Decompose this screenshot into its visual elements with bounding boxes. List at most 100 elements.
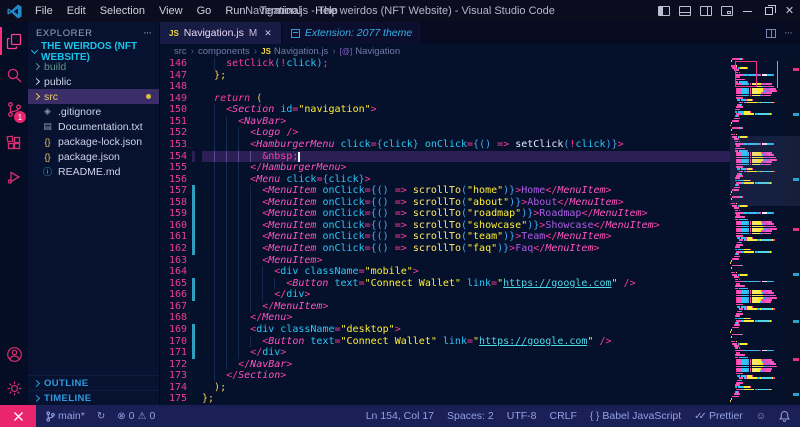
toggle-panel-icon[interactable] — [674, 0, 695, 22]
activitybar-search[interactable] — [0, 58, 28, 92]
activitybar-explorer[interactable] — [0, 24, 28, 58]
line-number[interactable]: 169 — [160, 324, 192, 336]
remote-indicator[interactable] — [0, 405, 36, 427]
line-number[interactable]: 164 — [160, 266, 192, 278]
line-number[interactable]: 171 — [160, 347, 192, 359]
code-line-160[interactable]: 160 <MenuItem onClick={() => scrollTo("s… — [160, 220, 730, 232]
code-line-161[interactable]: 161 <MenuItem onClick={() => scrollTo("t… — [160, 231, 730, 243]
line-number[interactable]: 160 — [160, 220, 192, 232]
file--gitignore[interactable]: ◈.gitignore — [28, 104, 159, 119]
line-number[interactable]: 167 — [160, 301, 192, 313]
code-line-147[interactable]: 147 }; — [160, 70, 730, 82]
line-number[interactable]: 175 — [160, 393, 192, 405]
line-number[interactable]: 152 — [160, 127, 192, 139]
activitybar-extensions[interactable] — [0, 126, 28, 160]
line-number[interactable]: 163 — [160, 255, 192, 267]
code-line-173[interactable]: 173 </Section> — [160, 370, 730, 382]
eol-status[interactable]: CRLF — [549, 410, 576, 422]
code-line-172[interactable]: 172 </NavBar> — [160, 359, 730, 371]
line-number[interactable]: 174 — [160, 382, 192, 394]
line-number[interactable]: 154 — [160, 151, 192, 163]
breadcrumb-item-src[interactable]: src — [174, 46, 187, 57]
code-line-153[interactable]: 153 <HamburgerMenu click={click} onClick… — [160, 139, 730, 151]
line-number[interactable]: 170 — [160, 336, 192, 348]
scrollbar-slider[interactable] — [786, 136, 800, 206]
activitybar-source-control[interactable]: 1 — [0, 92, 28, 126]
line-number[interactable]: 162 — [160, 243, 192, 255]
file-package-lock-json[interactable]: {}package-lock.json — [28, 134, 159, 149]
problems-status[interactable]: ⊗ 0 ⚠ 0 — [117, 410, 155, 422]
breadcrumb-item-components[interactable]: components — [198, 46, 250, 57]
code-line-148[interactable]: 148 — [160, 81, 730, 93]
file-build[interactable]: build — [28, 59, 159, 74]
indentation-status[interactable]: Spaces: 2 — [447, 410, 494, 422]
line-number[interactable]: 173 — [160, 370, 192, 382]
restore-button[interactable] — [758, 0, 779, 22]
code-line-157[interactable]: 157 <MenuItem onClick={() => scrollTo("h… — [160, 185, 730, 197]
code-line-158[interactable]: 158 <MenuItem onClick={() => scrollTo("a… — [160, 197, 730, 209]
customize-layout-icon[interactable] — [716, 0, 737, 22]
code-line-175[interactable]: 175}; — [160, 393, 730, 405]
menu-selection[interactable]: Selection — [93, 0, 152, 22]
minimap[interactable] — [730, 58, 786, 405]
close-button[interactable]: ✕ — [779, 0, 800, 22]
menu-edit[interactable]: Edit — [60, 0, 93, 22]
file-src[interactable]: src — [28, 89, 159, 104]
code-line-146[interactable]: 146 setClick(!click); — [160, 58, 730, 70]
workspace-root-row[interactable]: THE WEIRDOS (NFT WEBSITE) — [28, 44, 159, 59]
code-line-171[interactable]: 171 </div> — [160, 347, 730, 359]
editor-more-actions-icon[interactable]: ··· — [784, 27, 792, 39]
minimap-viewport[interactable] — [730, 136, 786, 206]
breadcrumb-item-navigation-js[interactable]: JSNavigation.js — [261, 46, 328, 57]
line-number[interactable]: 165 — [160, 278, 192, 290]
line-number[interactable]: 166 — [160, 289, 192, 301]
code-line-150[interactable]: 150 <Section id="navigation"> — [160, 104, 730, 116]
code-line-163[interactable]: 163 <MenuItem> — [160, 255, 730, 267]
line-number[interactable]: 159 — [160, 208, 192, 220]
menu-view[interactable]: View — [152, 0, 190, 22]
line-number[interactable]: 153 — [160, 139, 192, 151]
explorer-more-actions-icon[interactable]: ··· — [143, 27, 151, 39]
code-line-155[interactable]: 155 </HamburgerMenu> — [160, 162, 730, 174]
cursor-position-status[interactable]: Ln 154, Col 17 — [366, 410, 434, 422]
line-number[interactable]: 147 — [160, 70, 192, 82]
menu-file[interactable]: File — [28, 0, 60, 22]
sidebar-section-outline[interactable]: OUTLINE — [28, 375, 159, 390]
feedback-icon[interactable]: ☺ — [756, 411, 766, 422]
activitybar-settings[interactable] — [0, 371, 28, 405]
menu-help[interactable]: Help — [308, 0, 345, 22]
code-line-169[interactable]: 169 <div className="desktop"> — [160, 324, 730, 336]
split-editor-icon[interactable] — [766, 29, 776, 38]
line-number[interactable]: 172 — [160, 359, 192, 371]
code-line-159[interactable]: 159 <MenuItem onClick={() => scrollTo("r… — [160, 208, 730, 220]
menu-run[interactable]: Run — [218, 0, 252, 22]
line-number[interactable]: 155 — [160, 162, 192, 174]
toggle-secondary-sidebar-icon[interactable] — [695, 0, 716, 22]
file-readme-md[interactable]: ⓘREADME.md — [28, 164, 159, 179]
line-number[interactable]: 168 — [160, 312, 192, 324]
sync-status[interactable]: ↻ — [97, 411, 105, 422]
tab-extension-2077-theme[interactable]: Extension: 2077 theme — [282, 22, 422, 44]
code-line-168[interactable]: 168 </Menu> — [160, 312, 730, 324]
code-line-166[interactable]: 166 </div> — [160, 289, 730, 301]
line-number[interactable]: 156 — [160, 174, 192, 186]
code-line-152[interactable]: 152 <Logo /> — [160, 127, 730, 139]
notifications-bell[interactable] — [779, 410, 790, 422]
tab-navigation-js[interactable]: JS Navigation.js M ✕ — [160, 22, 282, 44]
line-number[interactable]: 151 — [160, 116, 192, 128]
breadcrumb-item-navigation[interactable]: [@]Navigation — [340, 46, 400, 57]
line-number[interactable]: 150 — [160, 104, 192, 116]
code-line-164[interactable]: 164 <div className="mobile"> — [160, 266, 730, 278]
code-line-151[interactable]: 151 <NavBar> — [160, 116, 730, 128]
code-line-156[interactable]: 156 <Menu click={click}> — [160, 174, 730, 186]
file-package-json[interactable]: {}package.json — [28, 149, 159, 164]
menu-terminal[interactable]: Terminal — [253, 0, 309, 22]
menu-go[interactable]: Go — [190, 0, 219, 22]
line-number[interactable]: 158 — [160, 197, 192, 209]
activitybar-account[interactable] — [0, 337, 28, 371]
minimize-button[interactable] — [737, 0, 758, 22]
tab-close-icon[interactable]: ✕ — [264, 28, 272, 39]
code-line-165[interactable]: 165 <Button text="Connect Wallet" link="… — [160, 278, 730, 290]
language-mode-status[interactable]: { } Babel JavaScript — [590, 410, 681, 422]
code-line-162[interactable]: 162 <MenuItem onClick={() => scrollTo("f… — [160, 243, 730, 255]
